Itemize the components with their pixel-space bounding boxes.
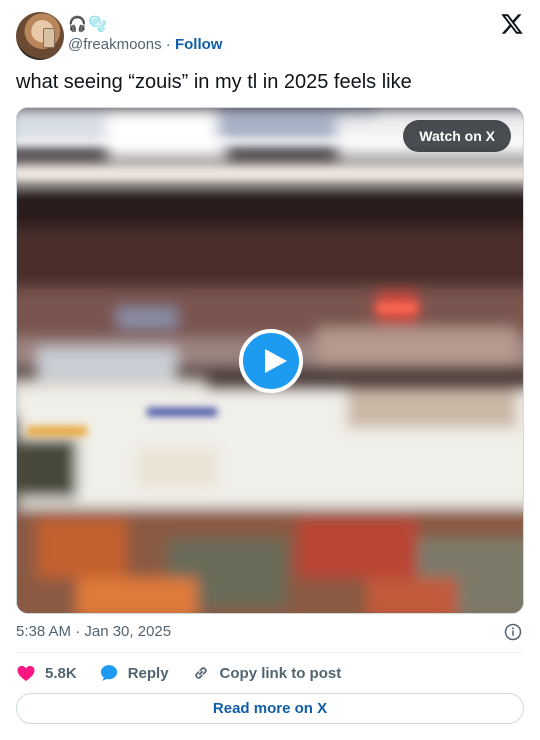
handle-row: @freakmoons · Follow bbox=[68, 36, 222, 54]
video-player[interactable]: Watch on X bbox=[16, 107, 524, 614]
reply-action[interactable]: Reply bbox=[99, 663, 169, 683]
bubbles-emoji: 🫧 bbox=[88, 15, 108, 33]
copy-link-action[interactable]: Copy link to post bbox=[191, 663, 342, 683]
watch-on-x-button[interactable]: Watch on X bbox=[403, 120, 511, 152]
read-more-button[interactable]: Read more on X bbox=[16, 693, 524, 724]
timestamp-row: 5:38 AM · Jan 30, 2025 bbox=[16, 622, 524, 642]
reply-icon bbox=[100, 665, 117, 681]
play-button[interactable] bbox=[239, 329, 303, 393]
action-bar: 5.8K Reply Copy link to post bbox=[16, 661, 524, 685]
tweet-header: 🎧 🫧 @freakmoons · Follow bbox=[16, 12, 524, 60]
reply-label: Reply bbox=[127, 664, 169, 682]
x-logo-icon[interactable] bbox=[500, 12, 524, 36]
info-icon[interactable] bbox=[504, 623, 522, 641]
like-action[interactable]: 5.8K bbox=[16, 663, 77, 683]
link-icon bbox=[194, 667, 207, 679]
display-name[interactable]: 🎧 🫧 bbox=[68, 14, 107, 34]
handle-separator: · bbox=[161, 36, 175, 53]
play-icon bbox=[265, 349, 287, 373]
heart-icon bbox=[17, 665, 35, 681]
follow-link[interactable]: Follow bbox=[175, 36, 223, 53]
tweet-text: what seeing “zouis” in my tl in 2025 fee… bbox=[16, 71, 412, 93]
copy-link-label: Copy link to post bbox=[219, 664, 342, 682]
avatar[interactable] bbox=[16, 12, 64, 60]
tweet-embed-card: 🎧 🫧 @freakmoons · Follow what seeing “zo… bbox=[0, 0, 540, 740]
avatar-phone-detail bbox=[43, 28, 55, 48]
headphones-emoji: 🎧 bbox=[68, 15, 87, 33]
like-count: 5.8K bbox=[45, 664, 77, 682]
user-handle[interactable]: @freakmoons bbox=[68, 36, 162, 53]
divider bbox=[16, 652, 524, 653]
timestamp-link[interactable]: 5:38 AM · Jan 30, 2025 bbox=[16, 623, 171, 640]
